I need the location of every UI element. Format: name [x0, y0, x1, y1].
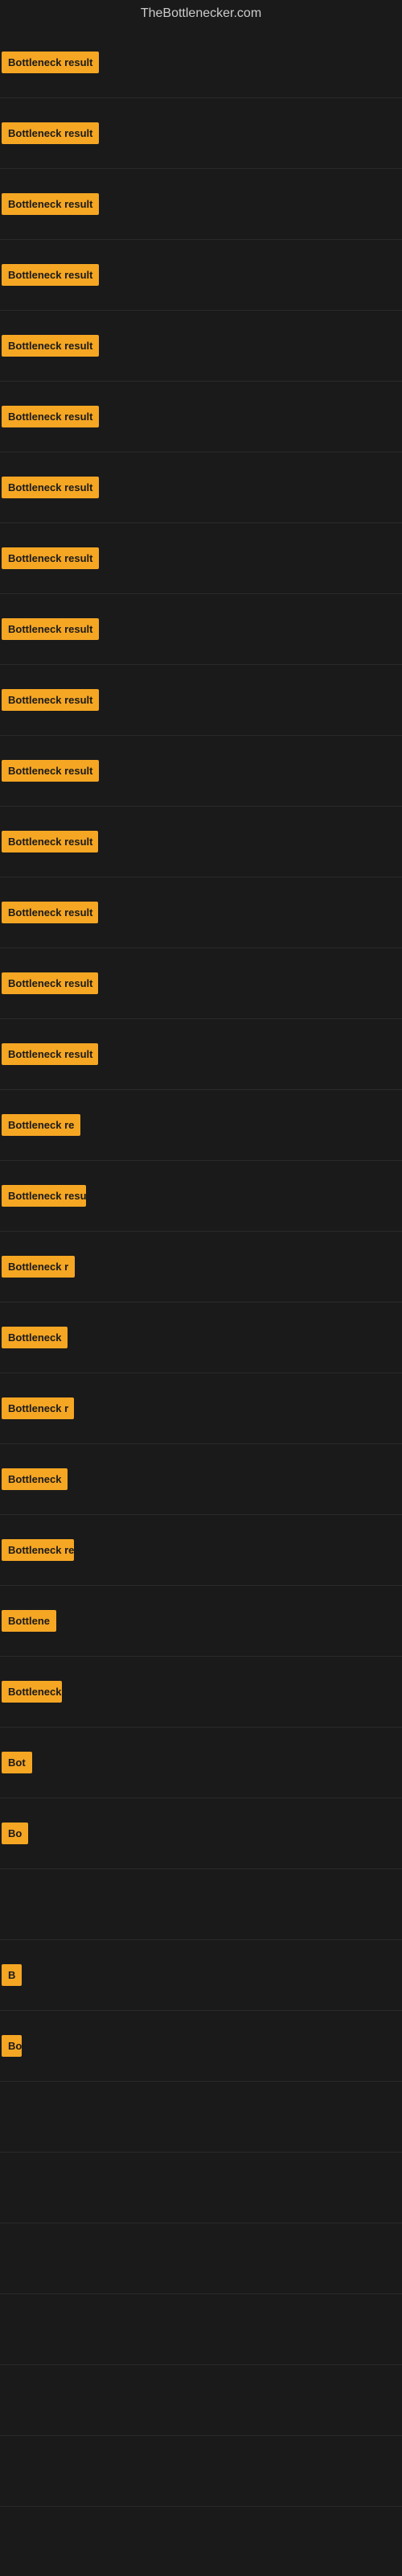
bottleneck-row: Bo	[0, 1798, 402, 1869]
bottleneck-row: Bottleneck res	[0, 1515, 402, 1586]
bottleneck-badge[interactable]: Bottleneck result	[2, 1185, 86, 1207]
bottleneck-badge[interactable]: Bottleneck result	[2, 122, 99, 144]
bottleneck-row: Bottleneck result	[0, 877, 402, 948]
bottleneck-badge[interactable]: Bottleneck result	[2, 618, 99, 640]
bottleneck-badge[interactable]: Bottleneck result	[2, 1043, 98, 1065]
bottleneck-badge[interactable]: Bottleneck	[2, 1468, 68, 1490]
bottleneck-badge[interactable]: Bottleneck re	[2, 1114, 80, 1136]
bottleneck-badge[interactable]: Bottleneck result	[2, 831, 98, 852]
bottleneck-row: Bottleneck result	[0, 27, 402, 98]
bottleneck-badge[interactable]: Bottleneck r	[2, 1256, 75, 1278]
bottleneck-row: Bottleneck result	[0, 382, 402, 452]
bottleneck-row	[0, 2365, 402, 2436]
bottleneck-row: Bottleneck result	[0, 665, 402, 736]
bottleneck-row: Bottleneck result	[0, 807, 402, 877]
bottleneck-badge[interactable]: Bottleneck result	[2, 972, 98, 994]
bottleneck-badge[interactable]: Bottleneck result	[2, 335, 99, 357]
bottleneck-badge[interactable]: Bottleneck result	[2, 902, 98, 923]
bottleneck-badge[interactable]: Bottleneck res	[2, 1539, 74, 1561]
bottleneck-badge[interactable]: Bottleneck result	[2, 547, 99, 569]
bottleneck-row: Bottleneck result	[0, 736, 402, 807]
bottleneck-badge[interactable]: Bottl	[2, 2035, 22, 2057]
bottleneck-row	[0, 2436, 402, 2507]
bottleneck-row: Bottleneck result	[0, 948, 402, 1019]
bottleneck-row	[0, 2294, 402, 2365]
bottleneck-row	[0, 2153, 402, 2223]
bottleneck-row: Bot	[0, 1728, 402, 1798]
bottleneck-row: Bottlene	[0, 1586, 402, 1657]
bottleneck-row	[0, 2223, 402, 2294]
bottleneck-row: Bottleneck result	[0, 98, 402, 169]
bottleneck-badge[interactable]: Bot	[2, 1752, 32, 1773]
bottleneck-row: Bottleneck result	[0, 311, 402, 382]
bottleneck-row: Bottleneck r	[0, 1657, 402, 1728]
bottleneck-badge[interactable]: Bottleneck r	[2, 1397, 74, 1419]
bottleneck-badge[interactable]: B	[2, 1964, 22, 1986]
bottleneck-badge[interactable]: Bottleneck result	[2, 52, 99, 73]
bottleneck-row: Bottleneck re	[0, 1090, 402, 1161]
bottleneck-badge[interactable]: Bo	[2, 1823, 28, 1844]
bottleneck-row	[0, 2082, 402, 2153]
bottleneck-row: Bottleneck r	[0, 1232, 402, 1302]
bottleneck-row: Bottl	[0, 2011, 402, 2082]
bottleneck-badge[interactable]: Bottleneck result	[2, 406, 99, 427]
bottleneck-row: Bottleneck result	[0, 594, 402, 665]
bottleneck-badge[interactable]: Bottleneck result	[2, 760, 99, 782]
bottleneck-row: Bottleneck result	[0, 1161, 402, 1232]
bottleneck-badge[interactable]: Bottleneck result	[2, 193, 99, 215]
bottleneck-badge[interactable]: Bottleneck r	[2, 1681, 62, 1703]
bottleneck-row: Bottleneck	[0, 1444, 402, 1515]
bottleneck-badge[interactable]: Bottleneck result	[2, 264, 99, 286]
bottleneck-row: Bottleneck result	[0, 169, 402, 240]
bottleneck-row: B	[0, 1940, 402, 2011]
bottleneck-row	[0, 1869, 402, 1940]
bottleneck-row: Bottleneck result	[0, 240, 402, 311]
bottleneck-badge[interactable]: Bottleneck result	[2, 689, 99, 711]
bottleneck-row: Bottleneck result	[0, 452, 402, 523]
site-title: TheBottlenecker.com	[0, 0, 402, 27]
bottleneck-row: Bottleneck result	[0, 1019, 402, 1090]
bottleneck-row: Bottleneck r	[0, 1373, 402, 1444]
bottleneck-row: Bottleneck	[0, 1302, 402, 1373]
bottleneck-badge[interactable]: Bottleneck	[2, 1327, 68, 1348]
bottleneck-row: Bottleneck result	[0, 523, 402, 594]
bottleneck-badge[interactable]: Bottleneck result	[2, 477, 99, 498]
bottleneck-badge[interactable]: Bottlene	[2, 1610, 56, 1632]
